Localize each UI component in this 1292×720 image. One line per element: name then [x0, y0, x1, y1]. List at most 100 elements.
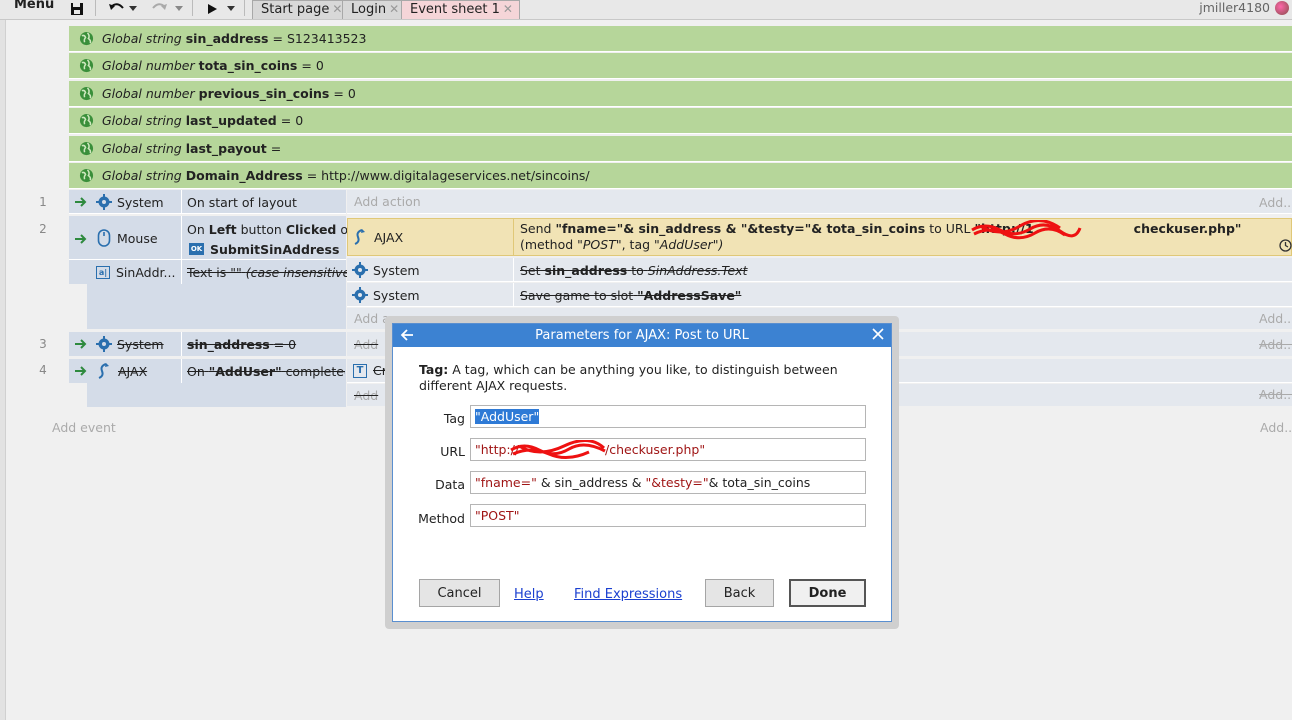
back-arrow-icon[interactable]	[399, 327, 415, 343]
action-param: "fname="& sin_address & "&testy="& tota_…	[555, 221, 926, 236]
avatar[interactable]	[1275, 1, 1289, 15]
condition[interactable]: On start of layout	[187, 190, 345, 214]
condition[interactable]: On Left button Clicked on	[187, 219, 347, 239]
data-expression: & tota_sin_coins	[708, 475, 811, 490]
tag-value: "AddUser"	[475, 409, 540, 424]
tab-label: Start page	[261, 2, 330, 17]
add-action-row[interactable]: Add action	[347, 190, 1292, 214]
global-value: 0	[315, 58, 324, 73]
add-action-link[interactable]: Add	[354, 388, 378, 403]
tag-input[interactable]: "AddUser"	[470, 405, 866, 428]
action-object[interactable]: AJAX	[352, 218, 502, 256]
action-word: to	[631, 262, 644, 278]
condition-text: on	[340, 221, 347, 237]
close-icon[interactable]: ✕	[389, 2, 399, 16]
global-variable-row[interactable]: Global string last_updated = 0	[69, 108, 1292, 134]
add-link[interactable]: Add...	[1259, 337, 1292, 352]
sub-condition[interactable]: Text is "" (case insensitive)	[187, 261, 347, 283]
method-input[interactable]: "POST"	[470, 504, 866, 527]
action-object[interactable]: System	[352, 283, 502, 307]
object-name: System	[117, 336, 164, 352]
data-input[interactable]: "fname=" & sin_address & "&testy=" & tota…	[470, 471, 866, 494]
undo-icon[interactable]	[106, 0, 128, 18]
divider	[69, 259, 346, 260]
add-link[interactable]: Add...	[1259, 195, 1292, 210]
event-object[interactable]: System	[96, 332, 181, 356]
object-name: System	[117, 194, 164, 210]
redaction-scribble	[971, 220, 1082, 240]
tab-start-page[interactable]: Start page ✕	[252, 0, 350, 19]
event-block-body	[87, 284, 346, 329]
object-name: AJAX	[374, 229, 404, 245]
action-word: (method	[520, 237, 574, 252]
add-link[interactable]: Add...	[1259, 387, 1292, 402]
sub-event-object[interactable]: a| SinAddr...	[96, 261, 181, 283]
object-name: SinAddr...	[116, 264, 176, 280]
condition-target[interactable]: OK SubmitSinAddress	[189, 239, 347, 259]
tag-label: Tag	[443, 411, 465, 426]
save-icon[interactable]	[68, 0, 86, 18]
dialog-title: Parameters for AJAX: Post to URL	[535, 328, 749, 343]
done-button[interactable]: Done	[789, 579, 866, 607]
undo-dropdown-icon[interactable]	[128, 0, 138, 18]
close-icon[interactable]: ✕	[503, 2, 513, 16]
global-variable-row[interactable]: Global string Domain_Address = http://www.d…	[69, 163, 1292, 189]
find-expressions-link[interactable]: Find Expressions	[574, 587, 682, 602]
username[interactable]: jmiller4180	[1199, 0, 1270, 15]
add-event-link[interactable]: Add event	[52, 420, 116, 435]
condition-text: On	[187, 221, 205, 237]
toolbar-separator	[192, 0, 193, 16]
close-icon[interactable]: ✕	[332, 2, 342, 16]
globe-icon	[79, 113, 94, 128]
action-text[interactable]: Set sin_address to SinAddress.Text	[520, 258, 1280, 282]
redo-dropdown-icon[interactable]	[174, 0, 184, 18]
action-text[interactable]: Send "fname="& sin_address & "&testy="& …	[520, 221, 1290, 253]
data-expression: & sin_address &	[540, 475, 642, 490]
add-action-link[interactable]: Add	[354, 337, 378, 352]
url-label: URL	[440, 444, 465, 459]
play-dropdown-icon[interactable]	[226, 0, 236, 18]
data-string: "&testy="	[645, 475, 709, 490]
global-value: S123413523	[286, 31, 367, 46]
method-label: Method	[418, 511, 465, 526]
arrow-right-icon	[75, 339, 87, 349]
arrow-right-icon	[75, 197, 87, 207]
condition-text: completed	[285, 363, 345, 379]
add-link[interactable]: Add...	[1260, 420, 1292, 435]
gear-icon	[352, 262, 368, 278]
condition[interactable]: On "AddUser" completed	[187, 359, 345, 383]
event-object[interactable]: Mouse	[96, 218, 181, 258]
divider	[513, 218, 514, 256]
global-variable-row[interactable]: Global string sin_address = S123413523	[69, 26, 1292, 52]
action-param: "AddUser")	[654, 237, 724, 252]
menu-button[interactable]: Menu	[8, 0, 60, 12]
add-action-link[interactable]: Add action	[354, 194, 421, 209]
redo-icon[interactable]	[148, 0, 170, 18]
globe-icon	[79, 58, 94, 73]
help-link[interactable]: Help	[514, 587, 544, 602]
event-object[interactable]: System	[96, 190, 181, 214]
action-object[interactable]: System	[352, 258, 502, 282]
action-param: SinAddress.Text	[647, 262, 748, 278]
tab-label: Event sheet 1	[410, 2, 500, 17]
redaction-scribble	[510, 440, 606, 459]
condition-note: (case insensitive)	[245, 264, 347, 280]
back-button[interactable]: Back	[705, 579, 774, 607]
divider	[513, 283, 514, 307]
data-label: Data	[435, 477, 465, 492]
condition[interactable]: sin_address = 0	[187, 332, 345, 356]
action-text[interactable]: Save game to slot "AddressSave"	[520, 283, 1280, 307]
tab-login[interactable]: Login ✕	[342, 0, 407, 19]
global-variable-row[interactable]: Global number previous_sin_coins = 0	[69, 81, 1292, 107]
condition-param: Clicked	[285, 221, 337, 237]
url-value-end: /checkuser.php"	[605, 442, 706, 457]
tab-event-sheet-1[interactable]: Event sheet 1 ✕	[401, 0, 520, 19]
global-variable-row[interactable]: Global number tota_sin_coins = 0	[69, 53, 1292, 79]
event-object[interactable]: AJAX	[96, 359, 181, 383]
global-variable-row[interactable]: Global string last_payout =	[69, 136, 1292, 162]
add-link[interactable]: Add...	[1259, 311, 1292, 326]
play-icon[interactable]	[204, 0, 220, 18]
parameters-dialog: Parameters for AJAX: Post to URL Tag: A …	[392, 323, 892, 622]
cancel-button[interactable]: Cancel	[419, 579, 500, 607]
close-icon[interactable]	[871, 327, 885, 341]
